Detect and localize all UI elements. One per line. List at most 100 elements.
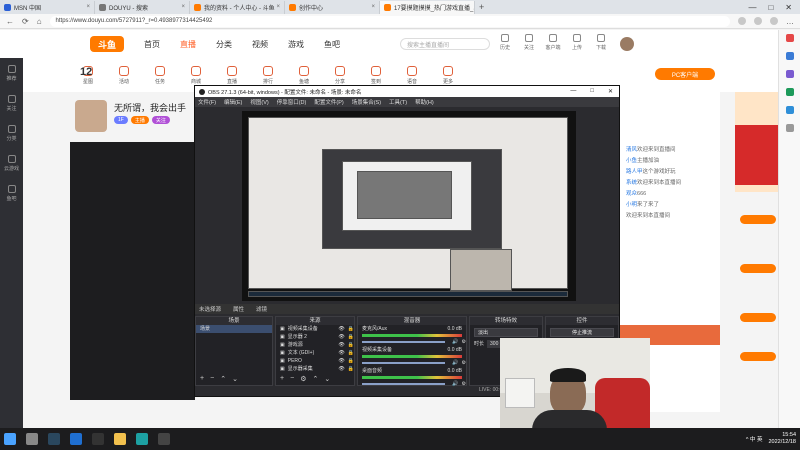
browser-tab[interactable]: 17要摸题摸摸_热门游戏直播_斗鱼...× [380,0,475,14]
properties-button[interactable]: 属性 [233,305,244,313]
visibility-icon[interactable]: 👁 [338,365,344,373]
remove-source-icon[interactable]: − [290,375,294,383]
sidebar-outlook-icon[interactable] [785,106,794,114]
header-icon-item[interactable]: 关注 [520,34,538,54]
visibility-icon[interactable]: 👁 [338,333,344,341]
ad-panel-red[interactable] [735,125,778,185]
remove-scene-icon[interactable]: − [210,375,214,383]
visibility-icon[interactable]: 👁 [338,357,344,365]
scene-item[interactable]: 场景 [196,325,272,333]
sidebar-item[interactable]: 关注 [0,88,23,118]
obs-menu-item[interactable]: 编辑(E) [224,98,242,106]
edge-icon[interactable] [136,433,148,445]
sidebar-item[interactable]: 鱼吧 [0,178,23,208]
chat-user[interactable]: 观众 [626,191,637,197]
category-item[interactable]: 直播 [222,65,242,85]
chat-user[interactable]: 路人甲 [626,169,643,175]
header-icon-item[interactable]: 下载 [592,34,610,54]
collections-icon[interactable] [754,17,762,25]
steam-icon[interactable] [48,433,60,445]
source-item[interactable]: ▣ 视频采集设备 👁 🔒 [276,325,354,333]
douyu-logo[interactable]: 斗鱼 [90,36,124,52]
streamer-avatar[interactable] [75,100,107,132]
speaker-icon[interactable]: 🔊 [452,338,458,346]
speaker-icon[interactable]: 🔊 [452,359,458,367]
ad-button-4[interactable] [740,352,776,361]
ad-button-1[interactable] [740,215,776,224]
source-item[interactable]: ▣ 文本 (GDI+) 👁 🔒 [276,349,354,357]
gear-icon[interactable]: ⚙ [462,338,466,346]
source-item[interactable]: ▣ 显示器采集 👁 🔒 [276,365,354,373]
tab-close-icon[interactable]: × [371,4,375,10]
favorites-icon[interactable] [738,17,746,25]
source-item[interactable]: ▣ PERO 👁 🔒 [276,357,354,365]
transition-select[interactable]: 淡出 [474,328,538,337]
obs-menu-item[interactable]: 帮助(H) [415,98,434,106]
maximize-icon[interactable]: □ [590,88,594,95]
chat-user[interactable]: 小鱼 [626,158,637,164]
gear-icon[interactable]: ⚙ [462,359,466,367]
lock-icon[interactable]: 🔒 [348,349,354,357]
visibility-icon[interactable]: 👁 [338,341,344,349]
browser-tab[interactable]: DOUYU - 搜索 × [95,0,190,14]
lock-icon[interactable]: 🔒 [348,365,354,373]
sidebar-shopping-icon[interactable] [785,52,794,60]
user-avatar[interactable] [620,37,634,51]
lock-icon[interactable]: 🔒 [348,325,354,333]
move-up-icon[interactable]: ⌃ [220,375,226,383]
browser-tab[interactable]: MSN 中国 × [0,0,95,14]
obs-menu-item[interactable]: 视图(V) [250,98,268,106]
obs-menu-item[interactable]: 停靠窗口(D) [277,98,307,106]
category-item[interactable]: 分享 [330,65,350,85]
source-item[interactable]: ▣ 显示器 2 👁 🔒 [276,333,354,341]
obs-icon[interactable] [158,433,170,445]
minimize-icon[interactable]: — [748,3,756,12]
visibility-icon[interactable]: 👁 [338,349,344,357]
category-item[interactable]: 活动 [114,65,134,85]
new-tab-button[interactable]: + [479,2,484,12]
obs-preview[interactable] [242,111,576,301]
folder-icon[interactable] [114,433,126,445]
home-icon[interactable]: ⌂ [37,17,42,26]
add-source-icon[interactable]: + [280,375,284,383]
category-item[interactable]: 语音 [402,65,422,85]
profile-icon[interactable] [770,17,778,25]
source-item[interactable]: ▣ 游戏源 👁 🔒 [276,341,354,349]
category-item[interactable]: 商城 [186,65,206,85]
site-nav-item[interactable]: 视频 [252,39,268,50]
sidebar-search-icon[interactable] [785,34,794,42]
search-input[interactable]: 搜索主播直播间 [400,38,490,50]
move-down-icon[interactable]: ⌄ [232,375,238,383]
browser-tab[interactable]: 创作中心 × [285,0,380,14]
sidebar-games-icon[interactable] [785,88,794,96]
video-player[interactable] [70,142,195,400]
chat-user[interactable]: 小明 [626,202,637,208]
sidebar-item[interactable]: 推荐 [0,58,23,88]
streamer-badge[interactable]: 主播 [130,116,149,124]
visibility-icon[interactable]: 👁 [338,325,344,333]
site-nav-item[interactable]: 游戏 [288,39,304,50]
refresh-icon[interactable]: ⟳ [22,17,29,26]
browser-tab[interactable]: 我的资料 - 个人中心 - 斗鱼 × [190,0,285,14]
category-item[interactable]: 鱼塘 [294,65,314,85]
lock-icon[interactable]: 🔒 [348,357,354,365]
category-item[interactable]: 更多 [438,65,458,85]
header-icon-item[interactable]: 上传 [568,34,586,54]
filters-button[interactable]: 滤镜 [256,305,267,313]
move-up-icon[interactable]: ⌃ [312,375,318,383]
obs-menu-item[interactable]: 文件(F) [198,98,216,106]
back-icon[interactable]: ← [6,17,14,26]
sidebar-add-icon[interactable] [785,124,794,132]
category-item[interactable]: 签到 [366,65,386,85]
tab-close-icon[interactable]: × [181,4,185,10]
chat-user[interactable]: 清风 [626,147,637,153]
obs-menu-item[interactable]: 工具(T) [389,98,407,106]
header-icon-item[interactable]: 客户端 [544,34,562,54]
sidebar-item[interactable]: 云游戏 [0,148,23,178]
terminal-icon[interactable] [92,433,104,445]
category-item[interactable]: 排行 [258,65,278,85]
ad-button-2[interactable] [740,264,776,273]
site-nav-item[interactable]: 分类 [216,39,232,50]
search-icon[interactable] [26,433,38,445]
maximize-icon[interactable]: □ [768,3,773,12]
